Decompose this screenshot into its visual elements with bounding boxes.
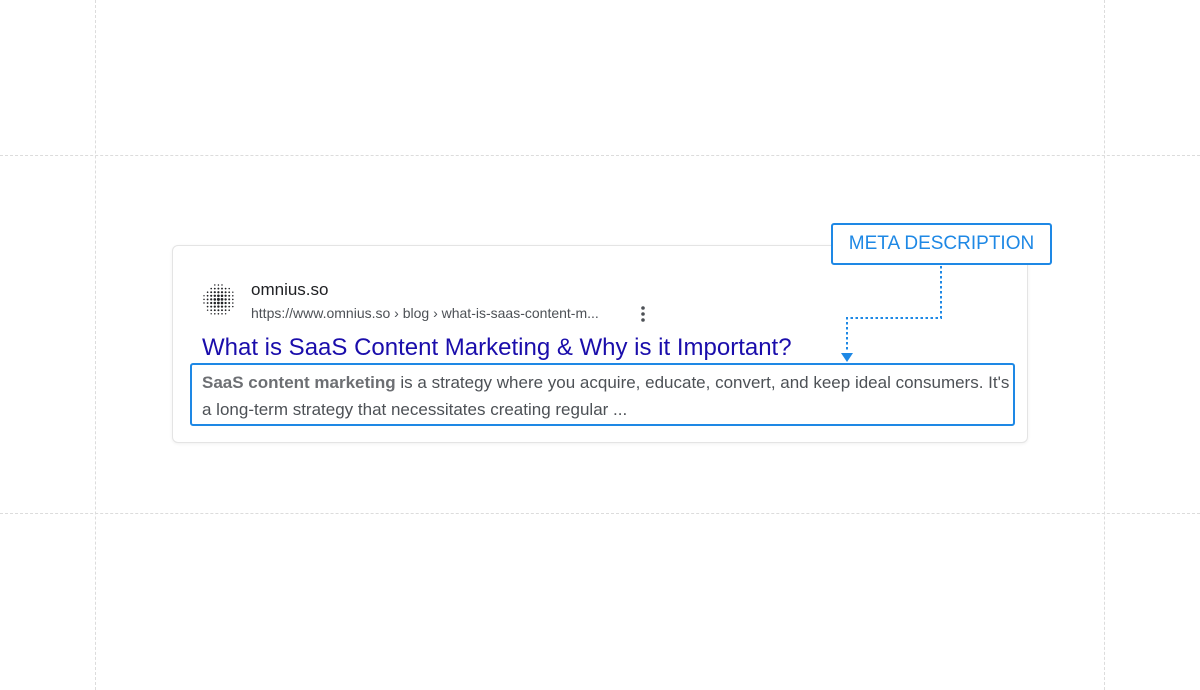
result-title-link[interactable]: What is SaaS Content Marketing & Why is … [202,334,792,362]
snippet-bold-keyword: SaaS content marketing [202,373,396,392]
site-name[interactable]: omnius.so [251,280,328,300]
meta-description-label: META DESCRIPTION [831,223,1052,265]
three-dots-menu-icon[interactable] [635,304,651,324]
guide-line-right [1104,0,1105,690]
guide-line-left [95,0,96,690]
omnius-logo-icon [203,284,234,315]
guide-line-top [0,155,1200,156]
site-favicon-icon [201,282,237,318]
site-url-breadcrumb[interactable]: https://www.omnius.so › blog › what-is-s… [251,305,599,321]
meta-description-snippet: SaaS content marketing is a strategy whe… [202,369,1010,423]
guide-line-bottom [0,513,1200,514]
